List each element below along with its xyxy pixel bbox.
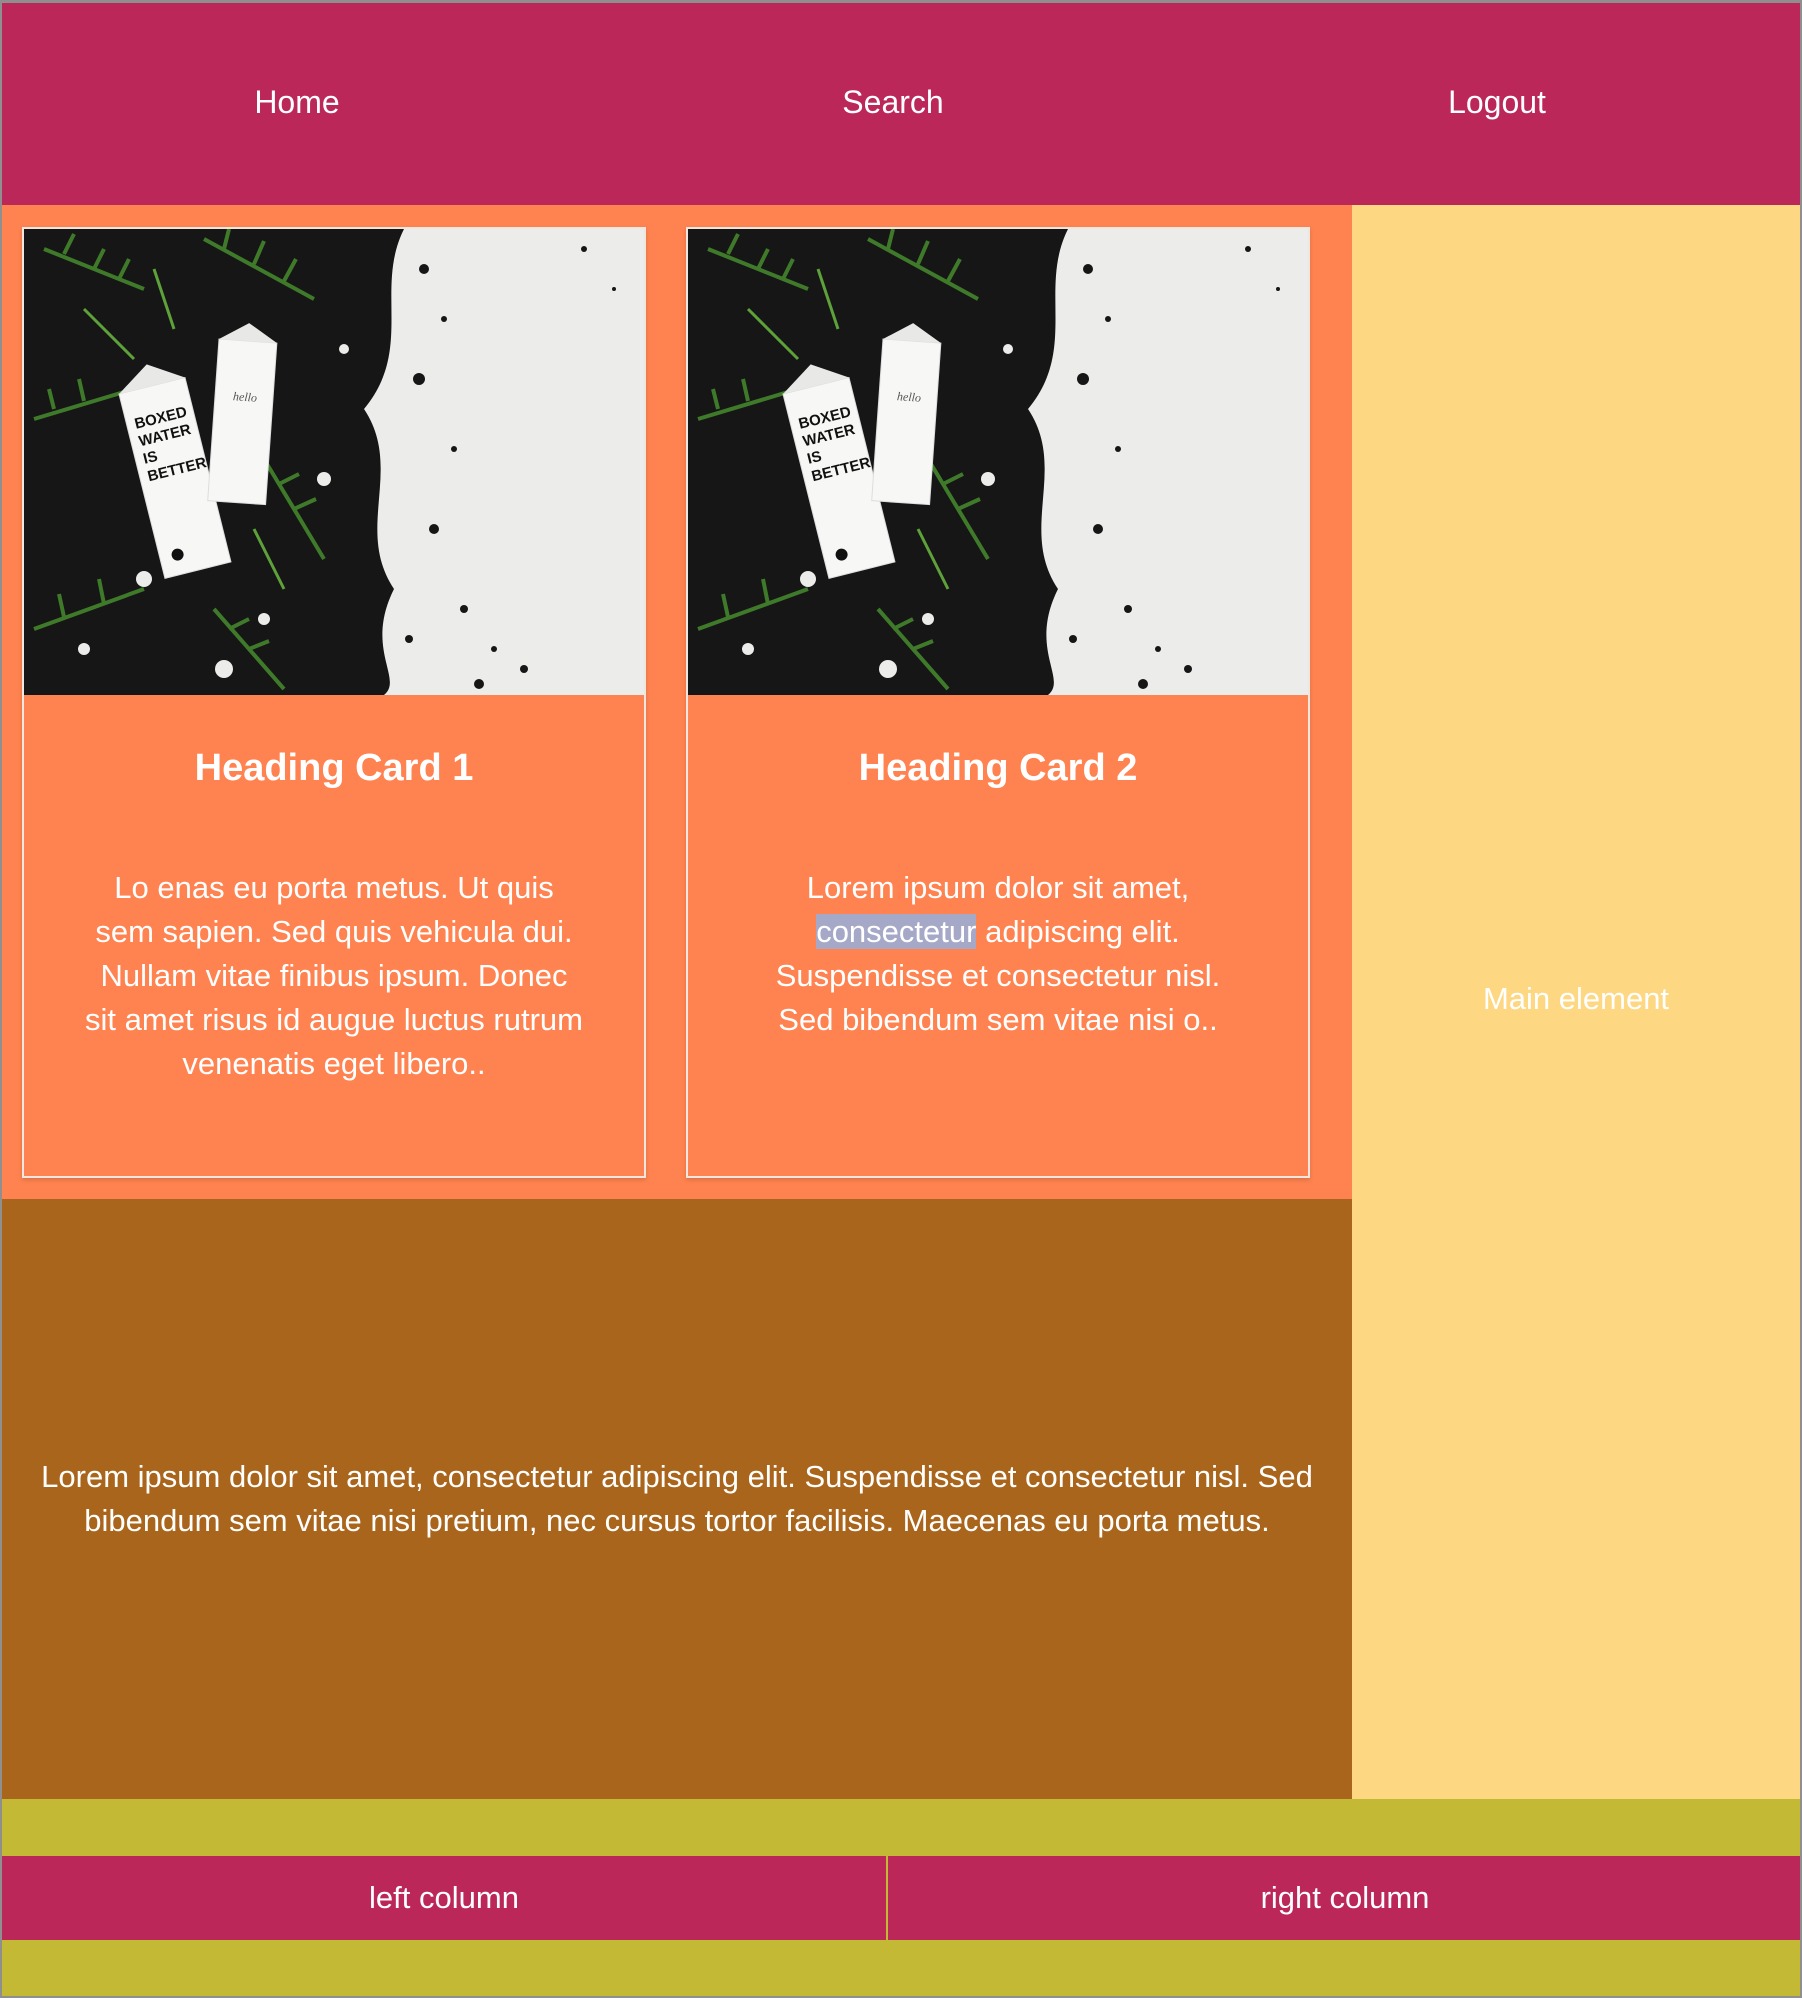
svg-text:hello: hello — [233, 389, 258, 405]
boxed-water-image: BOXED WATER IS BETTER. hello — [688, 229, 1308, 695]
card-1-text: Lo enas eu porta metus. Ut quis sem sapi… — [85, 870, 583, 1081]
cards-section: BOXED WATER IS BETTER. hello Heading Car… — [2, 205, 1352, 1199]
card-2: BOXED WATER IS BETTER. hello Heading Car… — [686, 227, 1310, 1178]
main-element-aside: Main element — [1352, 205, 1800, 1799]
card-1: BOXED WATER IS BETTER. hello Heading Car… — [22, 227, 646, 1178]
nav-logout-link[interactable]: Logout — [1448, 84, 1546, 121]
nav-home-link[interactable]: Home — [254, 84, 339, 121]
card-2-text-start: Lorem ipsum dolor sit amet, — [806, 870, 1190, 905]
boxed-water-image: BOXED WATER IS BETTER. hello — [24, 229, 644, 695]
content-paragraph: Lorem ipsum dolor sit amet, consectetur … — [41, 1459, 1313, 1538]
page: Home Search Logout BOXED WATER IS BETTER… — [0, 0, 1802, 1998]
right-column: right column — [1260, 1880, 1430, 1915]
footer-columns: left column right column — [2, 1856, 1800, 1940]
card-2-text: Lorem ipsum dolor sit amet, consectetur a… — [766, 866, 1230, 1042]
left-column: left column — [2, 1856, 888, 1940]
main-element-label: Main element — [1482, 981, 1670, 1016]
top-nav: Home Search Logout — [2, 3, 1800, 205]
selected-text-highlight: consectetur — [816, 914, 977, 949]
card-1-heading: Heading Card 1 — [194, 747, 474, 789]
content-section: Lorem ipsum dolor sit amet, consectetur … — [2, 1199, 1352, 1799]
nav-search-link[interactable]: Search — [842, 84, 943, 121]
svg-text:hello: hello — [897, 389, 922, 405]
card-2-heading: Heading Card 2 — [858, 747, 1138, 789]
